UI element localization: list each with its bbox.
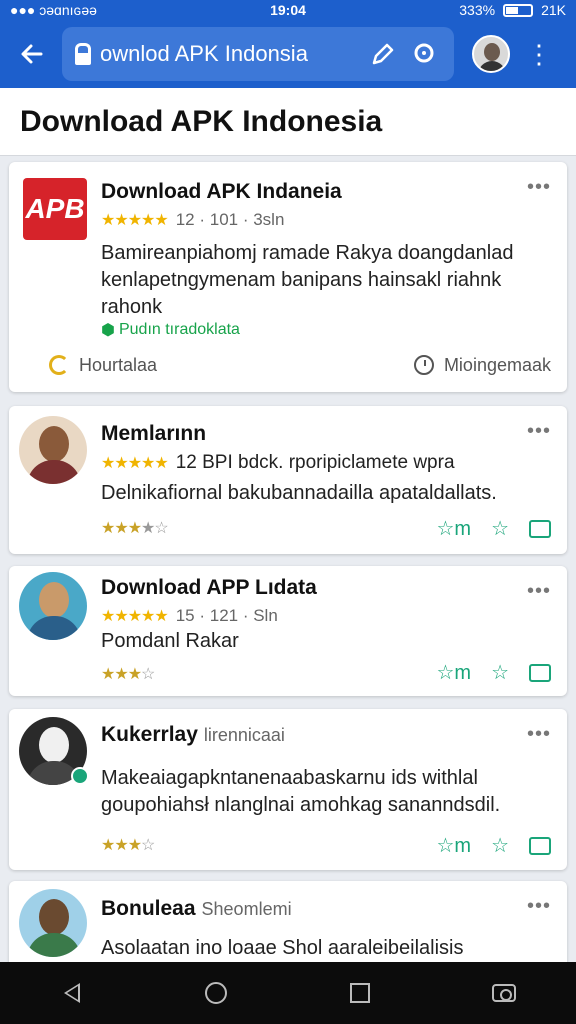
footer-left-action[interactable]: Hourtalaa bbox=[49, 355, 157, 376]
card-meta: ★★★★★ 15 · 121 · Sln bbox=[101, 606, 278, 626]
card-meta-text: 12 BPI bdck. rporipiclamete wpra bbox=[175, 452, 455, 473]
card-description: Bamireanpiahomj ramade Rakya doangdanlad… bbox=[101, 242, 514, 318]
card-title[interactable]: Download APP Lıdata bbox=[101, 576, 317, 600]
card-title[interactable]: Kukerrlay lirennicaai bbox=[101, 723, 285, 747]
nav-back-button[interactable] bbox=[47, 968, 97, 1018]
clock-icon bbox=[413, 355, 434, 375]
app-card[interactable]: ••• Memlarınn ★★★★★ 12 BPI bdck. rporipi… bbox=[9, 406, 567, 554]
nav-recents-button[interactable] bbox=[335, 968, 385, 1018]
status-extra: 21K bbox=[541, 2, 566, 18]
mini-rating: ★★★★☆ bbox=[101, 518, 169, 538]
leaf-icon: ⬢ bbox=[101, 322, 115, 339]
card-more-icon[interactable]: ••• bbox=[527, 176, 551, 199]
back-arrow-icon bbox=[21, 44, 43, 64]
app-card[interactable]: ••• Download APP Lıdata ★★★★★ 15 · 121 ·… bbox=[9, 566, 567, 696]
status-carrier: ●●● ɔəɑnıɢəə bbox=[10, 2, 97, 18]
app-card[interactable]: ••• Kukerrlay lirennicaai Makeaiagapkntan… bbox=[9, 709, 567, 870]
search-button[interactable] bbox=[408, 37, 442, 71]
search-icon bbox=[414, 43, 434, 63]
more-vert-icon[interactable]: ⋮ bbox=[524, 39, 554, 70]
edit-pen-icon bbox=[372, 43, 394, 65]
status-right: 333% 21K bbox=[459, 2, 566, 18]
status-bar: ●●● ɔəɑnıɢəə 19:04 333% 21K bbox=[0, 0, 576, 20]
app-bar: ownlod APK Indonsia ⋮ bbox=[0, 20, 576, 88]
nav-home-button[interactable] bbox=[191, 968, 241, 1018]
page-header: Download APK Indonesia bbox=[0, 88, 576, 156]
bookmark-icon[interactable] bbox=[529, 519, 551, 538]
mini-rating-grey: ☆ bbox=[141, 666, 155, 683]
mini-rating-gold: ★★★ bbox=[101, 666, 142, 683]
rating-stars: ★★★★★ bbox=[101, 608, 169, 625]
lock-icon bbox=[74, 43, 92, 65]
star-button[interactable]: ☆ bbox=[491, 660, 509, 685]
nav-back-icon bbox=[64, 983, 80, 1003]
card-description: Delnikafiornal bakubannadailla apataldal… bbox=[101, 482, 497, 504]
profile-avatar[interactable] bbox=[472, 35, 510, 73]
card-meta-text: 15 · 121 · Sln bbox=[175, 606, 278, 625]
nav-home-icon bbox=[205, 982, 227, 1004]
camera-icon bbox=[492, 984, 516, 1002]
bookmark-icon[interactable] bbox=[529, 836, 551, 855]
avatar bbox=[19, 416, 87, 484]
app-logo: APB bbox=[23, 178, 87, 240]
star-button[interactable]: ☆ bbox=[491, 833, 509, 858]
mini-rating-grey: ☆ bbox=[141, 837, 155, 854]
card-title-text: Kukerrlay bbox=[101, 723, 198, 746]
card-actions: ☆m ☆ bbox=[436, 516, 551, 541]
mini-rating-grey: ★☆ bbox=[141, 520, 169, 537]
card-description: Asolaatan ino loaae Shol aaraleibeilalis… bbox=[101, 937, 464, 959]
star-button[interactable]: ☆ bbox=[491, 516, 509, 541]
card-more-icon[interactable]: ••• bbox=[527, 723, 551, 746]
ring-icon bbox=[49, 355, 69, 375]
rating-stars: ★★★★★ bbox=[101, 212, 169, 229]
footer-left-label: Hourtalaa bbox=[79, 354, 158, 375]
card-subtitle: lirennicaai bbox=[203, 725, 285, 745]
card-meta: ★★★★★ 12 · 101 · 3sln bbox=[101, 210, 284, 230]
url-text: ownlod APK Indonsia bbox=[100, 41, 308, 66]
card-description: Pomdanl Rakar bbox=[101, 630, 239, 652]
verified-badge-icon bbox=[71, 767, 89, 785]
status-left: ●●● ɔəɑnıɢəə bbox=[10, 2, 97, 18]
page-title: Download APK Indonesia bbox=[20, 104, 383, 138]
url-bar[interactable]: ownlod APK Indonsia bbox=[62, 27, 454, 81]
mini-rating-gold: ★★★ bbox=[101, 520, 142, 537]
favorite-button[interactable]: ☆m bbox=[436, 516, 471, 541]
edit-button[interactable] bbox=[366, 37, 400, 71]
favorite-button[interactable]: ☆m bbox=[436, 833, 471, 858]
mini-rating: ★★★☆ bbox=[101, 664, 155, 684]
card-more-icon[interactable]: ••• bbox=[527, 420, 551, 443]
mini-rating-gold: ★★★ bbox=[101, 837, 142, 854]
card-title[interactable]: Download APK Indaneia bbox=[101, 180, 342, 204]
card-actions: ☆m ☆ bbox=[436, 833, 551, 858]
card-tag-text: Pudın tıradoklata bbox=[118, 321, 240, 338]
card-title[interactable]: Memlarınn bbox=[101, 422, 206, 446]
card-more-icon[interactable]: ••• bbox=[527, 895, 551, 918]
card-footer: Hourtalaa Mioingemaak bbox=[9, 338, 567, 392]
bookmark-icon[interactable] bbox=[529, 663, 551, 682]
system-nav-bar bbox=[0, 962, 576, 1024]
status-time: 19:04 bbox=[270, 2, 306, 18]
status-battery-percent: 333% bbox=[459, 2, 496, 18]
card-title[interactable]: Bonuleaa Sheomlemi bbox=[101, 897, 292, 921]
app-card[interactable]: APB ••• Download APK Indaneia ★★★★★ 12 ·… bbox=[9, 162, 567, 392]
card-tag: ⬢ Pudın tıradoklata bbox=[101, 320, 240, 340]
card-title-text: Bonuleaa bbox=[101, 897, 196, 920]
camera-button[interactable] bbox=[479, 968, 529, 1018]
footer-right-label: Mioingemaak bbox=[443, 354, 551, 375]
avatar bbox=[19, 889, 87, 957]
mini-rating: ★★★☆ bbox=[101, 835, 155, 855]
battery-icon bbox=[503, 3, 534, 17]
footer-right-action[interactable]: Mioingemaak bbox=[413, 354, 551, 376]
card-more-icon[interactable]: ••• bbox=[527, 580, 551, 603]
nav-recents-icon bbox=[350, 983, 370, 1003]
card-subtitle: Sheomlemi bbox=[201, 899, 292, 919]
avatar bbox=[19, 572, 87, 640]
card-meta-text: 12 · 101 · 3sln bbox=[175, 210, 285, 229]
rating-stars: ★★★★★ bbox=[101, 455, 169, 472]
card-description: Makeaiagapkntanenaabaskarnu ids withlal … bbox=[101, 767, 501, 816]
card-meta: ★★★★★ 12 BPI bdck. rporipiclamete wpra bbox=[101, 452, 455, 474]
back-button[interactable] bbox=[10, 32, 54, 76]
favorite-button[interactable]: ☆m bbox=[436, 660, 471, 685]
card-actions: ☆m ☆ bbox=[436, 660, 551, 685]
